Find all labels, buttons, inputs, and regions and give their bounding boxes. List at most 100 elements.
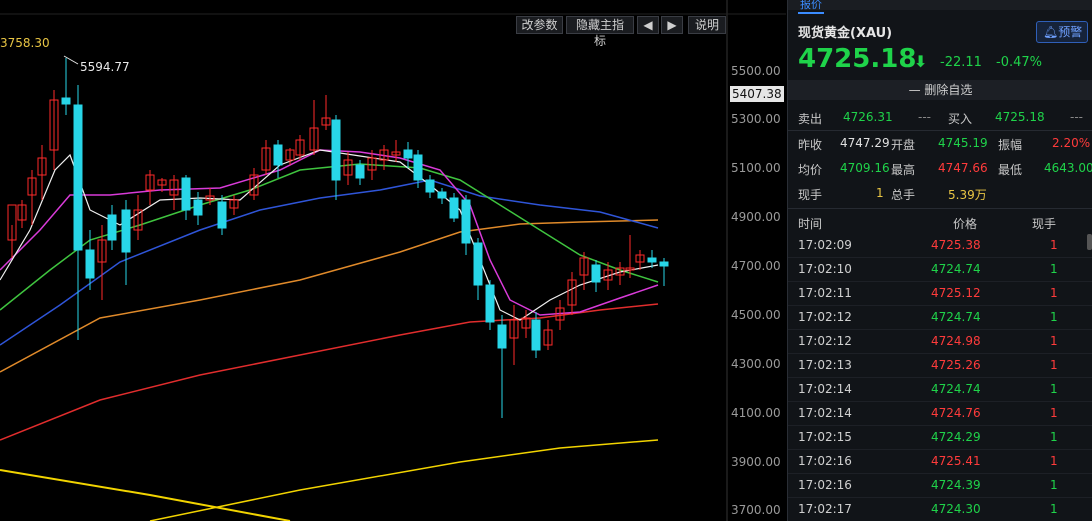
y-tick: 5100.00 (731, 161, 781, 175)
current-price-tag: 5407.38 (730, 86, 784, 102)
tick-vol: 1 (1050, 454, 1058, 468)
total-vol-value: 5.39万 (948, 188, 987, 202)
stats-row-1: 昨收 4747.29 开盘 4745.19 振幅 2.20% (788, 132, 1092, 156)
candle-body (497, 324, 507, 349)
candle-body (217, 201, 227, 229)
candle-body (403, 149, 413, 159)
tick-row: 17:02:17 4724.30 1 (788, 498, 1092, 521)
candle-body (73, 104, 83, 251)
prev-close-value: 4747.29 (840, 136, 890, 150)
high-label: 最高 (891, 163, 916, 177)
ma-green (0, 163, 659, 311)
tick-vol: 1 (1050, 382, 1058, 396)
candle-body (461, 199, 471, 244)
ma-red (0, 303, 659, 441)
candle-body (437, 191, 447, 199)
kline-chart-panel[interactable]: 改参数 隐藏主指标 ◀ ▶ 说明 3758.30 5594.77 5500.00… (0, 0, 786, 521)
tick-time: 17:02:10 (798, 262, 852, 276)
candle-body (181, 177, 191, 211)
candle-body (85, 249, 95, 279)
candle-body (331, 119, 341, 181)
tick-vol: 1 (1050, 502, 1058, 516)
price-change-pct: -0.47% (996, 55, 1042, 70)
y-tick: 5500.00 (731, 64, 781, 78)
prev-arrow-button[interactable]: ◀ (637, 16, 659, 34)
y-tick: 5300.00 (731, 112, 781, 126)
kline-chart[interactable] (0, 0, 786, 521)
open-value: 4745.19 (938, 136, 988, 150)
ticks-header: 时间 价格 现手 (788, 210, 1092, 234)
tick-row: 17:02:16 4724.39 1 (788, 474, 1092, 498)
tick-time: 17:02:12 (798, 334, 852, 348)
candle-body (485, 284, 495, 323)
amplitude-label: 振幅 (998, 138, 1023, 152)
edit-params-button[interactable]: 改参数 (516, 16, 563, 34)
tick-time: 17:02:11 (798, 286, 852, 300)
candle-body (107, 214, 117, 241)
y-tick: 4100.00 (731, 406, 781, 420)
candle-body (591, 264, 601, 283)
candle-body (531, 319, 541, 351)
tick-vol: 1 (1050, 238, 1058, 252)
stats-row-2: 均价 4709.16 最高 4747.66 最低 4643.00 (788, 157, 1092, 181)
instrument-title: 现货黄金(XAU) (798, 26, 893, 41)
avg-label: 均价 (798, 163, 823, 177)
app-root: 改参数 隐藏主指标 ◀ ▶ 说明 3758.30 5594.77 5500.00… (0, 0, 1092, 521)
y-tick: 4700.00 (731, 259, 781, 273)
help-button[interactable]: 说明 (688, 16, 726, 34)
candle-body (121, 209, 131, 253)
tick-vol: 1 (1050, 478, 1058, 492)
y-tick: 4300.00 (731, 357, 781, 371)
tick-time: 17:02:12 (798, 310, 852, 324)
tick-row: 17:02:14 4724.74 1 (788, 378, 1092, 402)
bid-ask-row: 卖出 4726.31 --- 买入 4725.18 --- (788, 106, 1092, 130)
high-value: 4747.66 (938, 161, 988, 175)
candle-body (193, 199, 203, 216)
candle-body (425, 179, 435, 193)
next-arrow-button[interactable]: ▶ (661, 16, 683, 34)
tab-bar: 报价 (788, 0, 1092, 14)
tab-quote[interactable]: 报价 (798, 0, 824, 14)
price-change: -22.11 (940, 55, 982, 70)
amplitude-value: 2.20% (1052, 136, 1091, 150)
ma-white (0, 149, 659, 321)
scrollbar-thumb[interactable] (1087, 234, 1092, 250)
buy-value: 4725.18 (995, 110, 1045, 124)
tick-vol: 1 (1050, 358, 1058, 372)
bell-icon: 🔔︎ (1043, 25, 1059, 39)
candle-body (449, 197, 459, 219)
alert-button[interactable]: 🔔︎预警 (1036, 21, 1088, 43)
divider (788, 208, 1092, 209)
sell-label: 卖出 (798, 112, 823, 126)
sell-dash: --- (918, 110, 931, 124)
candle-body (355, 164, 365, 179)
col-vol: 现手 (1032, 217, 1057, 231)
col-time: 时间 (798, 217, 823, 231)
tick-price: 4724.74 (931, 310, 981, 324)
low-label: 最低 (998, 163, 1023, 177)
y-tick: 3700.00 (731, 503, 781, 517)
alert-label: 预警 (1058, 25, 1083, 39)
tick-row: 17:02:10 4724.74 1 (788, 258, 1092, 282)
down-arrow-icon: ⬇ (914, 52, 928, 71)
high-mark-label: 5594.77 (80, 60, 130, 74)
tick-vol: 1 (1050, 334, 1058, 348)
hide-main-indicator-button[interactable]: 隐藏主指标 (566, 16, 634, 48)
tick-row: 17:02:09 4725.38 1 (788, 234, 1092, 258)
tick-vol: 1 (1050, 310, 1058, 324)
candle-body (473, 242, 483, 286)
tick-vol: 1 (1050, 286, 1058, 300)
tick-time: 17:02:15 (798, 430, 852, 444)
candle-body (61, 97, 71, 105)
tick-time: 17:02:14 (798, 406, 852, 420)
cur-vol-label: 现手 (798, 188, 823, 202)
quote-panel: 报价 现货黄金(XAU) 🔔︎预警 4725.18 ⬇ -22.11 -0.47… (787, 0, 1092, 521)
tick-row: 17:02:14 4724.76 1 (788, 402, 1092, 426)
buy-label: 买入 (948, 112, 973, 126)
tick-time: 17:02:13 (798, 358, 852, 372)
last-price: 4725.18 (798, 44, 917, 74)
tick-time: 17:02:17 (798, 502, 852, 516)
divider (788, 130, 1092, 131)
remove-watchlist-button[interactable]: — 删除自选 (788, 80, 1092, 100)
y-tick: 3900.00 (731, 455, 781, 469)
